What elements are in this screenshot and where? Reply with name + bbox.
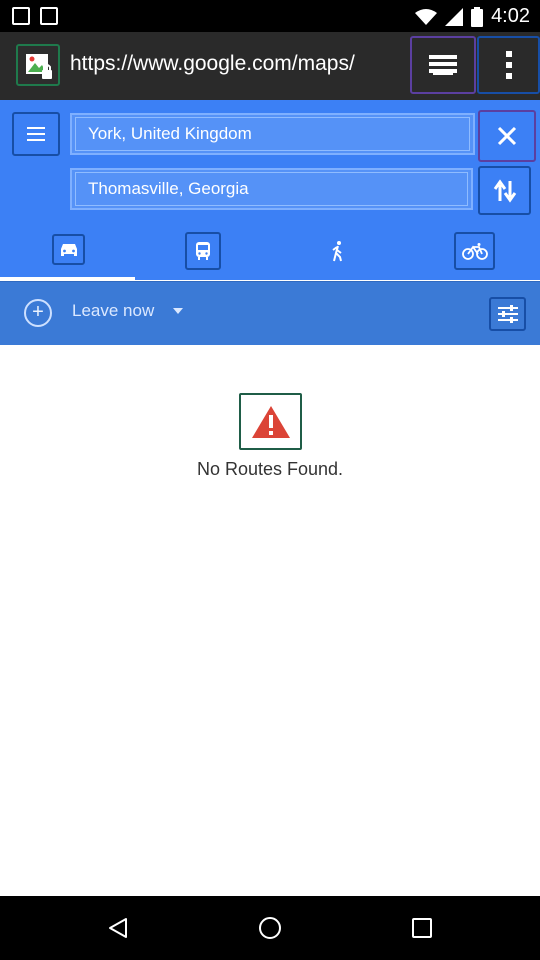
- directions-header: York, United Kingdom Thomasville, Georgi…: [0, 100, 540, 280]
- tune-icon: [497, 305, 518, 323]
- more-options-button[interactable]: [477, 36, 540, 94]
- url-text[interactable]: https://www.google.com/maps/: [70, 52, 405, 82]
- close-button[interactable]: [478, 110, 536, 162]
- warning-icon: [251, 405, 290, 438]
- image-lock-icon[interactable]: [16, 44, 60, 86]
- swap-button[interactable]: [478, 166, 531, 215]
- mode-bike-button[interactable]: [454, 232, 495, 270]
- more-vert-icon: [505, 51, 512, 79]
- bike-icon: [461, 243, 488, 260]
- no-routes-message: No Routes Found.: [196, 459, 344, 479]
- menu-icon: [27, 127, 45, 129]
- tabs-menu-button[interactable]: [410, 36, 476, 94]
- leave-now-dropdown[interactable]: Leave now: [72, 301, 154, 321]
- status-notifications: [12, 7, 58, 25]
- notification-square-icon: [12, 7, 30, 25]
- status-right: 4:02: [415, 5, 530, 28]
- route-options-button[interactable]: [489, 297, 526, 331]
- car-icon: [60, 243, 77, 256]
- warning-icon-frame: [239, 393, 302, 450]
- menu-button[interactable]: [12, 112, 60, 156]
- swap-vert-icon: [493, 178, 516, 203]
- system-nav-bar: [0, 896, 540, 960]
- recents-icon[interactable]: [410, 916, 434, 940]
- selected-mode-indicator: [0, 277, 135, 280]
- home-icon[interactable]: [258, 916, 282, 940]
- time-options-bar: + Leave now: [0, 281, 540, 345]
- walk-icon: [332, 241, 342, 262]
- battery-icon: [471, 6, 484, 27]
- wifi-icon: [415, 8, 438, 25]
- origin-text: York, United Kingdom: [88, 124, 252, 143]
- signal-icon: [445, 7, 464, 26]
- mode-car-button[interactable]: [52, 234, 85, 265]
- status-time: 4:02: [491, 5, 530, 27]
- status-bar: 4:02: [0, 0, 540, 32]
- transit-icon: [196, 242, 210, 260]
- tabs-menu-icon: [429, 55, 457, 75]
- origin-field[interactable]: York, United Kingdom: [70, 113, 475, 155]
- mode-walk-button[interactable]: [320, 232, 356, 270]
- notification-square-icon: [40, 7, 58, 25]
- back-icon[interactable]: [106, 916, 130, 940]
- add-stop-icon[interactable]: +: [24, 299, 52, 327]
- browser-url-bar: https://www.google.com/maps/: [0, 32, 540, 100]
- close-icon: [497, 126, 517, 146]
- mode-transit-button[interactable]: [185, 232, 221, 270]
- destination-text: Thomasville, Georgia: [88, 179, 249, 198]
- destination-field[interactable]: Thomasville, Georgia: [70, 168, 473, 210]
- chevron-down-icon[interactable]: [173, 308, 183, 314]
